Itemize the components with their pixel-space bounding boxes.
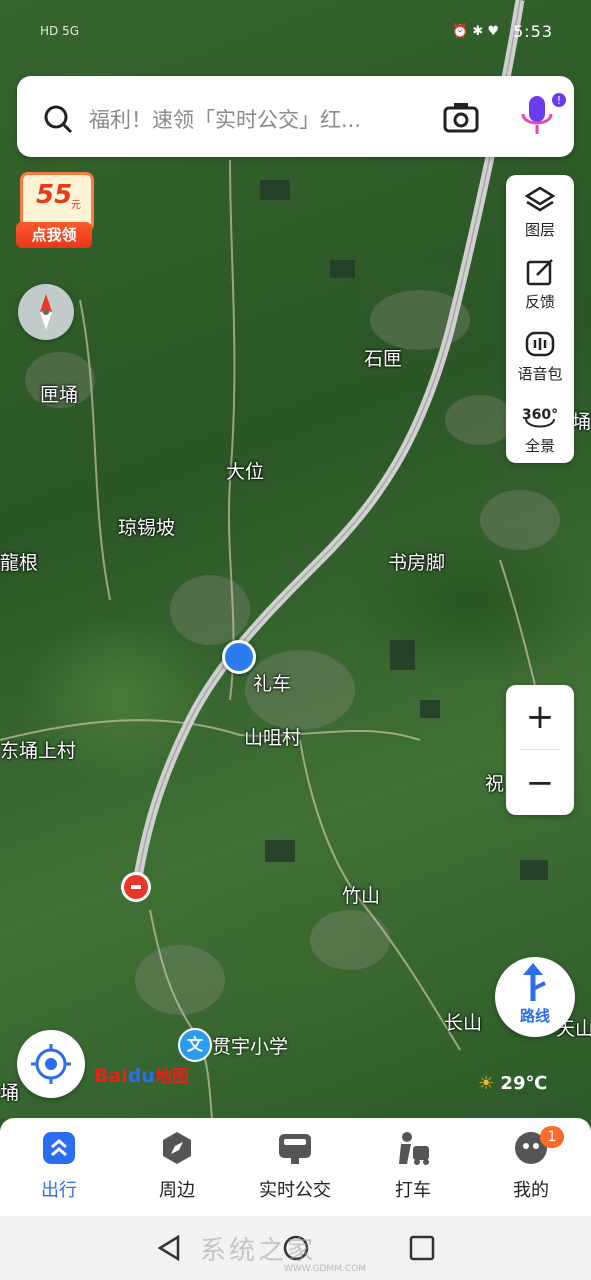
- camera-icon[interactable]: [443, 100, 479, 134]
- status-icons: ⏰ ✱ ♥: [452, 24, 499, 39]
- signal-indicator: HD 5G: [40, 24, 80, 38]
- tab-mine[interactable]: 1 我的: [472, 1118, 590, 1216]
- zoom-divider: [520, 749, 560, 750]
- map-label-shu-fang-jiao[interactable]: 书房脚: [388, 548, 445, 575]
- map-label-li-che[interactable]: 礼车: [253, 669, 291, 696]
- search-bar[interactable]: 福利！速领「实时公交」红... !: [17, 76, 574, 157]
- panorama-label: 全景: [524, 437, 555, 455]
- compass-button[interactable]: [18, 284, 74, 340]
- temperature: 29℃: [500, 1073, 548, 1094]
- nearby-compass-icon: [163, 1132, 191, 1164]
- coupon-amount: 55: [36, 180, 73, 210]
- notification-badge: 1: [540, 1126, 564, 1148]
- baidu-map-logo: Baidu地图: [94, 1065, 189, 1087]
- map-label-shi-li[interactable]: 石匣: [364, 344, 402, 371]
- panorama-button[interactable]: 360° 全景: [506, 391, 574, 463]
- zoom-out-button[interactable]: −: [506, 751, 574, 815]
- bus-icon: [279, 1134, 311, 1164]
- panorama-360-icon: 360°: [523, 407, 557, 428]
- map-label-zhu[interactable]: 祝: [485, 769, 504, 796]
- locate-icon: [31, 1044, 71, 1084]
- route-button[interactable]: 路线: [495, 957, 575, 1037]
- feedback-button[interactable]: 反馈: [506, 247, 574, 319]
- watermark: 系统之家: [200, 1236, 317, 1266]
- satellite-map[interactable]: 石匣 匣埇 大位 琼锡坡 龍根 书房脚 礼车 山咀村 东埇上村 祝 竹山 长山 …: [0, 0, 591, 1118]
- current-location-marker[interactable]: [222, 640, 256, 674]
- feedback-label: 反馈: [524, 293, 555, 311]
- coupon-unit: 元: [71, 200, 81, 211]
- claim-button[interactable]: 点我领: [16, 222, 92, 248]
- tab-label: 我的: [513, 1180, 549, 1201]
- watermark-url: WWW.GDMM.COM: [284, 1264, 366, 1274]
- layers-label: 图层: [524, 221, 555, 239]
- map-label-da-wei[interactable]: 大位: [226, 457, 264, 484]
- tab-nearby[interactable]: 周边: [118, 1118, 236, 1216]
- voice-pack-icon: [525, 331, 555, 357]
- svg-text:!: !: [557, 94, 561, 107]
- poi-name: 贯宇小学: [212, 1036, 289, 1058]
- compass-icon: [40, 294, 52, 330]
- zoom-in-button[interactable]: +: [506, 685, 574, 749]
- feedback-icon: [526, 259, 553, 286]
- map-tools-panel: 图层 反馈 语音包 360° 全景: [506, 175, 574, 463]
- status-bar: HD 5G ⏰ ✱ ♥ 5:53: [0, 18, 591, 48]
- search-icon: [44, 105, 73, 134]
- tab-label: 实时公交: [259, 1180, 331, 1201]
- panorama-360-icon-text: 360°: [523, 407, 557, 423]
- map-label-yong[interactable]: 埇: [572, 407, 591, 434]
- microphone-icon[interactable]: !: [517, 92, 567, 140]
- no-entry-icon[interactable]: [121, 872, 151, 902]
- travel-icon: [43, 1132, 75, 1164]
- map-label-chang-shan[interactable]: 长山: [444, 1008, 482, 1035]
- route-arrow-icon: [523, 963, 546, 1001]
- clock: 5:53: [513, 22, 553, 41]
- route-label: 路线: [519, 1007, 550, 1025]
- partly-sunny-icon: ☀: [478, 1073, 495, 1094]
- tab-label: 出行: [41, 1180, 77, 1201]
- tab-taxi[interactable]: 打车: [354, 1118, 472, 1216]
- taxi-icon: [399, 1132, 429, 1165]
- promo-coupon[interactable]: 55 元 点我领: [16, 170, 94, 252]
- school-icon: 文: [178, 1028, 212, 1062]
- search-input[interactable]: 福利！速领「实时公交」红...: [89, 104, 429, 134]
- tab-travel[interactable]: 出行: [0, 1118, 118, 1216]
- layers-icon: [525, 186, 555, 212]
- map-label-kuang-yong[interactable]: 匣埇: [40, 380, 78, 407]
- map-label-long-gen[interactable]: 龍根: [0, 548, 38, 575]
- locate-me-button[interactable]: [17, 1030, 85, 1098]
- recents-icon[interactable]: [408, 1234, 436, 1262]
- map-label-dong-yong-shang-cun[interactable]: 东埇上村: [0, 736, 76, 763]
- voice-pack-button[interactable]: 语音包: [506, 319, 574, 391]
- tab-realtime-bus[interactable]: 实时公交: [236, 1118, 354, 1216]
- tab-label: 周边: [159, 1180, 195, 1201]
- bottom-tab-bar: 出行 周边 实时公交 打车 1 我的: [0, 1118, 591, 1216]
- map-label-qiong-xi-po[interactable]: 琼锡坡: [118, 513, 175, 540]
- map-label-shan-ju-cun[interactable]: 山咀村: [244, 723, 301, 750]
- road-network: [0, 0, 561, 1118]
- zoom-controls: + −: [506, 685, 574, 815]
- voice-pack-label: 语音包: [517, 365, 563, 383]
- map-label-zhu-shan[interactable]: 竹山: [342, 881, 380, 908]
- back-icon[interactable]: [156, 1234, 184, 1262]
- tab-label: 打车: [395, 1180, 431, 1201]
- layers-button[interactable]: 图层: [506, 175, 574, 247]
- weather-widget[interactable]: ☀ 29℃: [478, 1073, 547, 1094]
